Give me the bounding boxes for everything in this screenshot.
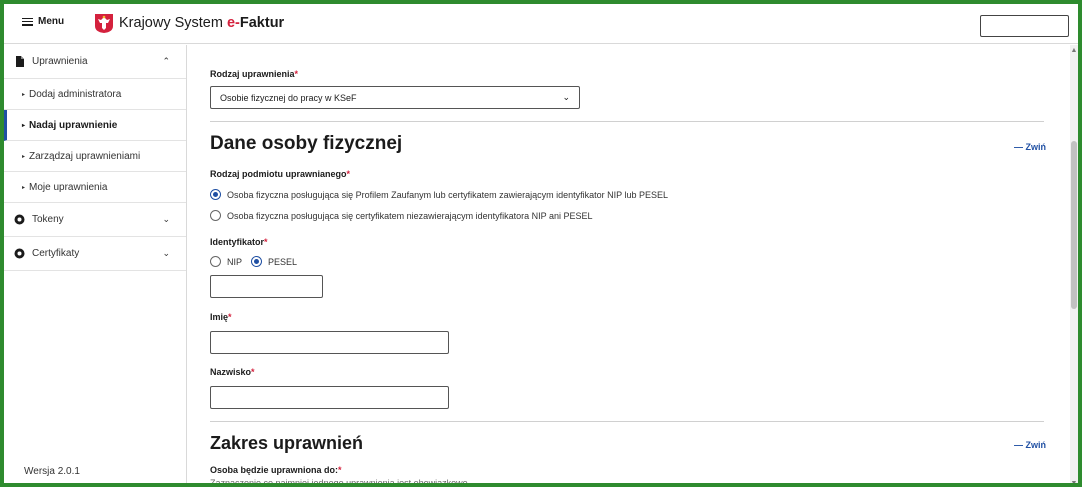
radio-button[interactable] — [210, 210, 221, 221]
app-title: Krajowy System e-Faktur — [119, 15, 285, 31]
rodzaj-uprawnienia-select[interactable]: Osobie fizycznej do pracy w KSeF ⌄ — [210, 86, 580, 109]
polish-eagle-logo-icon — [95, 14, 113, 33]
imie-input[interactable] — [210, 331, 449, 354]
sidebar-group-certyfikaty[interactable]: Certyfikaty ⌄ — [4, 237, 186, 271]
radio-option-bez-identyfikatora[interactable]: Osoba fizyczna posługująca się certyfika… — [210, 210, 593, 221]
radio-button-nip[interactable] — [210, 256, 221, 267]
sidebar: Uprawnienia ⌃ ▸ Dodaj administratora ▸ N… — [4, 45, 187, 483]
circle-icon — [14, 248, 25, 259]
chevron-down-icon: ⌄ — [162, 214, 170, 224]
header-search-box[interactable] — [980, 15, 1069, 37]
radio-label: Osoba fizyczna posługująca się Profilem … — [227, 189, 669, 200]
menu-label: Menu — [38, 16, 65, 27]
collapse-section-link[interactable]: — Zwiń — [1014, 142, 1046, 152]
bullet-icon: ▸ — [22, 122, 26, 129]
bullet-icon: ▸ — [22, 153, 26, 160]
radio-label: Osoba fizyczna posługująca się certyfika… — [227, 210, 593, 221]
imie-label: Imię* — [210, 312, 232, 322]
rodzaj-uprawnienia-label: Rodzaj uprawnienia* — [210, 69, 299, 79]
version-label: Wersja 2.0.1 — [24, 466, 80, 477]
sidebar-group-uprawnienia[interactable]: Uprawnienia ⌃ — [4, 45, 186, 79]
chevron-down-icon: ⌄ — [162, 248, 170, 258]
scroll-up-arrow-icon[interactable]: ▲ — [1070, 47, 1078, 54]
menu-button[interactable]: Menu — [22, 16, 64, 27]
radio-option-profil-zaufany[interactable]: Osoba fizyczna posługująca się Profilem … — [210, 189, 668, 200]
radio-button-selected[interactable] — [210, 189, 221, 200]
sidebar-group-label: Uprawnienia — [32, 56, 88, 67]
sidebar-item-label: Dodaj administratora — [29, 88, 122, 100]
main-content: Rodzaj uprawnienia* Osobie fizycznej do … — [187, 45, 1070, 487]
divider — [210, 421, 1044, 422]
section-title-zakres-uprawnien: Zakres uprawnień — [210, 433, 364, 453]
select-value: Osobie fizycznej do pracy w KSeF — [220, 92, 357, 103]
zakres-label: Osoba będzie uprawniona do:* — [210, 465, 342, 475]
zakres-hint: Zaznaczenie co najmniej jednego uprawnie… — [210, 478, 468, 487]
radio-label: PESEL — [268, 256, 298, 267]
sidebar-item-dodaj-administratora[interactable]: ▸ Dodaj administratora — [4, 79, 186, 110]
identyfikator-input[interactable] — [210, 275, 323, 298]
sidebar-item-label: Zarządzaj uprawnieniami — [29, 150, 141, 162]
identyfikator-radio-group: NIP PESEL — [210, 256, 297, 267]
scrollbar-thumb[interactable] — [1071, 141, 1077, 309]
hamburger-icon — [22, 17, 33, 26]
identyfikator-label: Identyfikator* — [210, 237, 268, 247]
bullet-icon: ▸ — [22, 184, 26, 191]
top-header: Menu Krajowy System e-Faktur — [4, 4, 1078, 44]
section-title-dane-osoby: Dane osoby fizycznej — [210, 133, 403, 154]
circle-icon — [14, 214, 25, 225]
sidebar-group-label: Tokeny — [32, 214, 64, 225]
chevron-up-icon: ⌃ — [162, 56, 170, 66]
scroll-down-arrow-icon[interactable]: ▼ — [1070, 480, 1078, 483]
sidebar-item-label: Nadaj uprawnienie — [29, 119, 118, 131]
document-icon — [16, 56, 24, 67]
bullet-icon: ▸ — [22, 91, 26, 98]
sidebar-group-label: Certyfikaty — [32, 248, 80, 259]
sidebar-item-label: Moje uprawnienia — [29, 181, 108, 193]
sidebar-item-zarzadzaj-uprawnieniami[interactable]: ▸ Zarządzaj uprawnieniami — [4, 141, 186, 172]
sidebar-item-nadaj-uprawnienie[interactable]: ▸ Nadaj uprawnienie — [4, 110, 186, 141]
radio-label: NIP — [227, 256, 243, 267]
vertical-scrollbar[interactable]: ▲ ▼ — [1070, 45, 1078, 483]
sidebar-item-moje-uprawnienia[interactable]: ▸ Moje uprawnienia — [4, 172, 186, 203]
nazwisko-label: Nazwisko* — [210, 367, 255, 377]
nazwisko-input[interactable] — [210, 386, 449, 409]
rodzaj-podmiotu-label: Rodzaj podmiotu uprawnianego* — [210, 169, 351, 179]
app-frame: Menu Krajowy System e-Faktur Uprawnienia… — [0, 0, 1082, 487]
chevron-down-icon: ⌄ — [562, 92, 570, 102]
radio-button-pesel-selected[interactable] — [251, 256, 263, 267]
sidebar-group-tokeny[interactable]: Tokeny ⌄ — [4, 203, 186, 237]
collapse-section-link[interactable]: — Zwiń — [1014, 440, 1046, 450]
divider — [210, 121, 1044, 122]
